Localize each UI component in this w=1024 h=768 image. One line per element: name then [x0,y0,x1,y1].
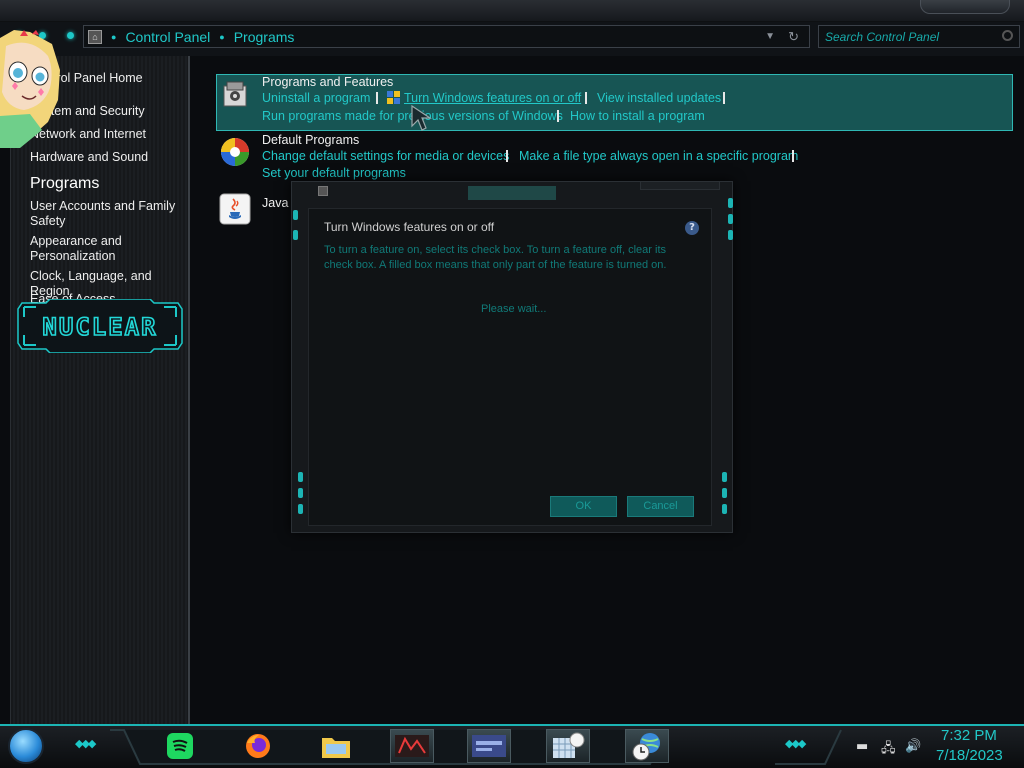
desktop-screen: ⌂ ● Control Panel ● Programs ▼ ↻ Search … [0,0,1024,768]
calendar-clock-icon[interactable] [546,729,590,763]
sidebar-item-user-accounts[interactable]: User Accounts and Family Safety [30,199,180,229]
link-separator [376,92,378,104]
view-installed-updates-link[interactable]: View installed updates [597,91,721,105]
cancel-button[interactable]: Cancel [627,496,694,517]
firefox-icon[interactable] [236,729,280,763]
link-separator [585,92,587,104]
action-center-icon[interactable]: ▬ [856,739,868,754]
help-icon[interactable]: ? [685,221,699,235]
windows-shield-icon [387,91,400,104]
search-placeholder: Search Control Panel [825,30,940,44]
control-panel-card-icon[interactable] [467,729,511,763]
dialog-accent [298,472,303,482]
search-icon[interactable] [1002,30,1013,41]
default-programs-title[interactable]: Default Programs [262,133,359,147]
sidebar-current-programs: Programs [30,175,100,192]
loading-status: Please wait... [481,303,547,315]
link-separator [792,150,794,162]
dialog-accent [722,472,727,482]
refresh-icon[interactable]: ↻ [788,29,799,45]
chevron-down-icon[interactable]: ▼ [765,31,775,42]
turn-windows-features-link[interactable]: Turn Windows features on or off [404,91,581,105]
globe-clock-icon[interactable] [625,729,669,763]
dialog-accent [728,230,733,240]
taskbar-decoration: ◆◆◆ [785,737,806,750]
programs-features-title[interactable]: Programs and Features [262,75,393,89]
how-to-install-link[interactable]: How to install a program [570,109,705,123]
sidebar-item-appearance[interactable]: Appearance and Personalization [30,234,140,264]
taskbar [0,724,1024,768]
mouse-cursor-icon [411,104,432,131]
windows-features-dialog[interactable]: Turn Windows features on or off ? To tur… [291,181,733,533]
dialog-accent [293,210,298,220]
file-type-association-link[interactable]: Make a file type always open in a specif… [519,149,798,163]
start-button[interactable] [8,728,44,764]
sidebar-item-hardware[interactable]: Hardware and Sound [30,150,148,165]
volume-icon[interactable]: 🔊 [905,739,921,754]
taskbar-decoration: ◆◆◆ [75,737,96,750]
uninstall-program-link[interactable]: Uninstall a program [262,91,370,105]
clock-date[interactable]: 7/18/2023 [936,747,1003,764]
dialog-app-icon [318,186,328,196]
set-default-programs-link[interactable]: Set your default programs [262,166,406,180]
dialog-accent [722,504,727,514]
ok-button[interactable]: OK [550,496,617,517]
cartoon-character-icon [0,30,60,148]
link-separator [506,150,508,162]
breadcrumb-programs[interactable]: Programs [234,29,295,45]
search-input[interactable]: Search Control Panel [818,25,1020,48]
sidebar: Control Panel Home System and Security N… [10,56,190,724]
app-thumbnail-icon[interactable] [390,729,434,763]
dialog-title-bar[interactable] [468,186,556,200]
dialog-accent [728,198,733,208]
dialog-window-controls[interactable] [640,182,720,190]
dialog-accent [298,488,303,498]
dialog-accent [293,230,298,240]
link-separator [723,92,725,104]
breadcrumb-control-panel[interactable]: Control Panel [125,29,210,45]
breadcrumb-separator-icon[interactable]: ● [111,32,116,42]
window-controls[interactable] [920,0,1010,14]
dialog-accent [722,488,727,498]
breadcrumb-separator-icon[interactable]: ● [219,32,224,42]
spotify-icon[interactable] [158,729,202,763]
dialog-description: To turn a feature on, select its check b… [324,244,667,271]
java-icon[interactable] [219,193,251,225]
link-separator [557,110,559,122]
file-explorer-icon[interactable] [314,729,358,763]
programs-features-icon[interactable] [220,78,252,110]
logo-text: NUCLEAR [42,313,157,341]
dialog-heading: Turn Windows features on or off [324,220,495,234]
clock-time[interactable]: 7:32 PM [941,727,997,744]
dialog-accent [728,214,733,224]
default-programs-icon[interactable] [219,136,251,168]
change-default-media-link[interactable]: Change default settings for media or dev… [262,149,509,163]
dialog-accent [298,504,303,514]
address-bar[interactable]: ⌂ ● Control Panel ● Programs ▼ ↻ [83,25,810,48]
recent-pages-button[interactable] [67,32,74,39]
network-icon[interactable]: 🖧 [881,739,896,761]
window-title-bar[interactable] [0,0,1024,22]
control-panel-icon: ⌂ [88,29,102,44]
nuclear-theme-logo: NUCLEAR [17,299,183,353]
